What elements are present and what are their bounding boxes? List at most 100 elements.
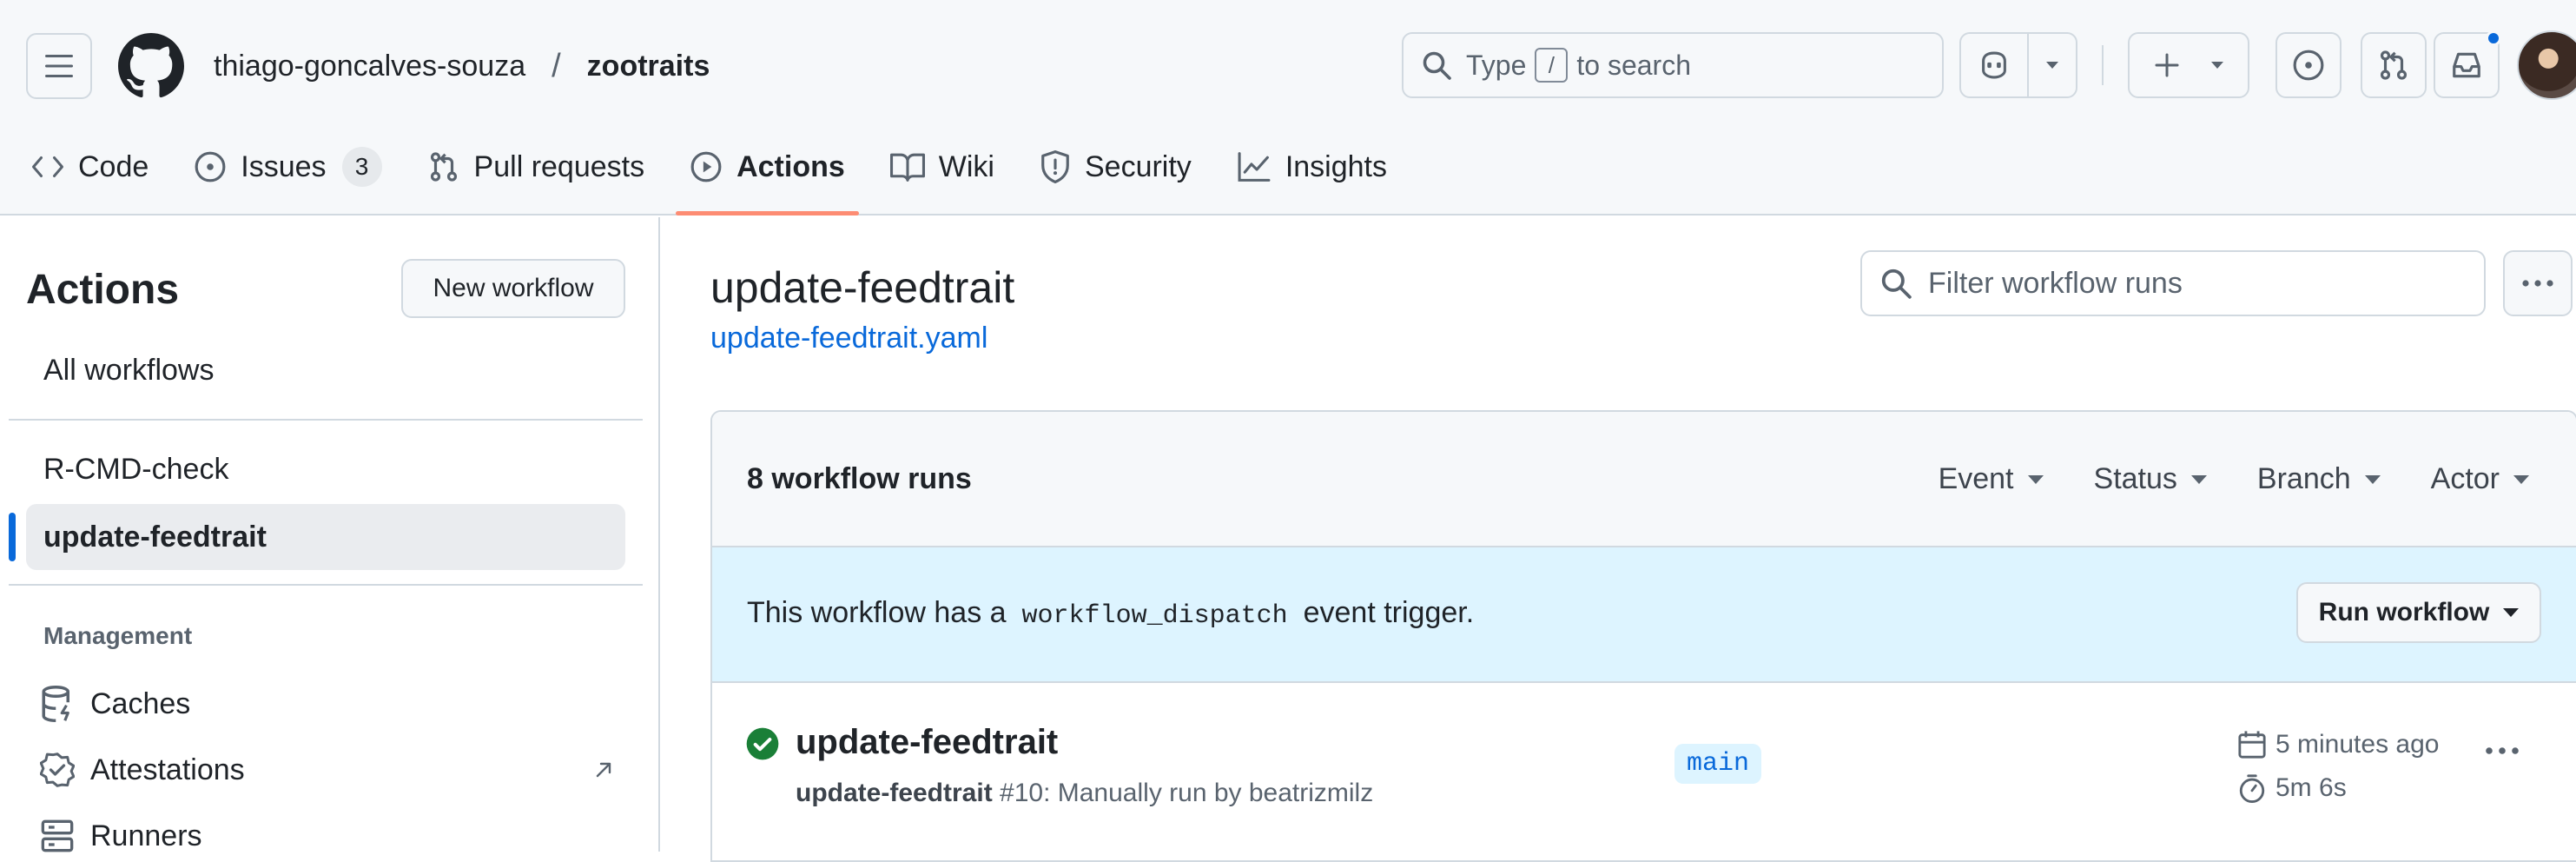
filter-label: Actor — [2430, 462, 2500, 495]
search-prefix: Type — [1466, 49, 1527, 81]
pull-requests-shortcut-button[interactable] — [2361, 32, 2427, 98]
check-circle-fill-icon — [746, 727, 779, 760]
calendar-icon — [2238, 731, 2266, 759]
sidebar-item-label: Runners — [90, 819, 202, 852]
issue-opened-icon — [2293, 50, 2324, 81]
search-icon — [1423, 51, 1451, 80]
tab-label: Wiki — [938, 149, 994, 183]
tab-code[interactable]: Code — [17, 130, 162, 203]
run-workflow-button[interactable]: Run workflow — [2296, 582, 2541, 643]
sidebar-divider — [9, 584, 643, 586]
menu-button[interactable] — [26, 33, 92, 99]
book-icon — [889, 153, 925, 182]
tab-actions[interactable]: Actions — [676, 130, 859, 216]
sidebar-item-attestations[interactable]: Attestations — [40, 744, 613, 796]
tab-insights[interactable]: Insights — [1223, 130, 1401, 203]
server-icon — [41, 819, 74, 852]
triangle-down-icon — [2364, 474, 2381, 484]
search-shortcut-key: / — [1535, 48, 1569, 83]
git-pull-request-icon — [430, 152, 457, 182]
sidebar-heading-management: Management — [43, 622, 193, 649]
runs-list-header: 8 workflow runs Event Status Branch Acto… — [712, 412, 2576, 547]
runs-filters: Event Status Branch Actor — [1888, 462, 2529, 496]
dispatch-text-after: event trigger. — [1303, 596, 1475, 629]
run-duration: 5m 6s — [2237, 773, 2347, 803]
copilot-icon — [1982, 51, 2006, 79]
breadcrumb-owner[interactable]: thiago-goncalves-souza — [214, 50, 525, 83]
filter-runs-input[interactable]: Filter workflow runs — [1860, 250, 2486, 316]
tab-label: Security — [1084, 149, 1192, 183]
issue-opened-icon — [195, 151, 226, 182]
breadcrumb-repo[interactable]: zootraits — [587, 50, 710, 83]
search-suffix: to search — [1576, 49, 1691, 81]
triangle-down-icon — [2513, 474, 2529, 484]
triangle-down-icon — [2503, 608, 2520, 617]
tab-pull-requests[interactable]: Pull requests — [413, 130, 659, 203]
sidebar-item-caches[interactable]: Caches — [40, 678, 613, 730]
tab-label: Actions — [736, 149, 845, 183]
kebab-horizontal-icon[interactable] — [2484, 746, 2520, 756]
tab-wiki[interactable]: Wiki — [876, 130, 1008, 203]
filter-actor-dropdown[interactable]: Actor — [2431, 462, 2529, 496]
inbox-icon — [2453, 52, 2480, 78]
workflow-runs-list: 8 workflow runs Event Status Branch Acto… — [710, 410, 2576, 862]
new-workflow-button[interactable]: New workflow — [401, 259, 625, 318]
workflow-main-panel: update-feedtrait update-feedtrait.yaml F… — [662, 217, 2576, 862]
triangle-down-icon — [2210, 62, 2223, 69]
inbox-button[interactable] — [2434, 30, 2501, 98]
code-icon — [32, 156, 63, 177]
breadcrumb: thiago-goncalves-souza / zootraits — [214, 47, 710, 84]
dispatch-text-before: This workflow has a — [747, 596, 1007, 629]
hamburger-icon — [45, 55, 73, 77]
user-avatar[interactable] — [2517, 30, 2576, 100]
tab-issues[interactable]: Issues 3 — [180, 130, 395, 203]
breadcrumb-separator: / — [552, 47, 561, 84]
workflow-file-link[interactable]: update-feedtrait.yaml — [710, 322, 987, 355]
workflow-dispatch-banner: This workflow has a workflow_dispatch even… — [712, 547, 2576, 683]
copilot-menu-button[interactable] — [2029, 34, 2076, 96]
dispatch-message: This workflow has a workflow_dispatch even… — [747, 596, 1474, 631]
run-title-link[interactable]: update-feedtrait — [796, 723, 1058, 762]
sidebar-item-label: Caches — [90, 686, 191, 720]
create-new-button[interactable] — [2128, 32, 2249, 98]
arrow-up-right-icon — [596, 762, 611, 778]
verified-icon — [40, 753, 75, 787]
header-divider — [2102, 45, 2104, 85]
dispatch-event-code: workflow_dispatch — [1021, 601, 1288, 631]
sidebar-item-runners[interactable]: Runners — [40, 810, 613, 862]
global-search-input[interactable]: Type / to search — [1402, 32, 1944, 98]
filter-event-dropdown[interactable]: Event — [1939, 462, 2044, 496]
filter-label: Event — [1938, 462, 2014, 495]
database-icon — [42, 686, 69, 722]
run-workflow-name: update-feedtrait — [796, 779, 993, 807]
tab-security[interactable]: Security — [1026, 130, 1205, 203]
issues-shortcut-button[interactable] — [2275, 32, 2342, 98]
run-duration-text: 5m 6s — [2275, 773, 2347, 802]
plus-icon — [2155, 53, 2178, 77]
workflow-more-options-button[interactable] — [2503, 250, 2573, 316]
copilot-button[interactable] — [1961, 34, 2029, 96]
run-detail: #10: Manually run by beatrizmilz — [1000, 779, 1374, 807]
branch-badge[interactable]: main — [1674, 744, 1762, 784]
sidebar-item-all-workflows[interactable]: All workflows — [26, 337, 625, 403]
filter-branch-dropdown[interactable]: Branch — [2257, 462, 2381, 496]
tab-label: Issues — [241, 149, 327, 183]
triangle-down-icon — [2027, 474, 2044, 484]
graph-icon — [1238, 152, 1271, 182]
sidebar-item-workflow-active[interactable]: update-feedtrait — [9, 504, 625, 570]
triangle-down-icon — [2190, 474, 2207, 484]
github-logo-icon[interactable] — [118, 33, 184, 99]
sidebar-item-workflow[interactable]: R-CMD-check — [26, 436, 625, 502]
run-workflow-label: Run workflow — [2318, 598, 2490, 627]
repo-nav-tabs: Code Issues 3 Pull requests Actions Wiki… — [0, 130, 1401, 216]
stopwatch-icon — [2239, 774, 2265, 803]
table-row[interactable]: update-feedtrait update-feedtrait #10: M… — [712, 683, 2576, 860]
filter-status-dropdown[interactable]: Status — [2094, 462, 2207, 496]
kebab-horizontal-icon — [2522, 280, 2553, 287]
play-icon — [690, 151, 722, 182]
filter-placeholder: Filter workflow runs — [1928, 266, 2183, 300]
shield-icon — [1041, 150, 1069, 183]
run-time-text: 5 minutes ago — [2275, 730, 2440, 759]
page-title: update-feedtrait — [710, 263, 1015, 312]
tab-label: Insights — [1285, 149, 1387, 183]
